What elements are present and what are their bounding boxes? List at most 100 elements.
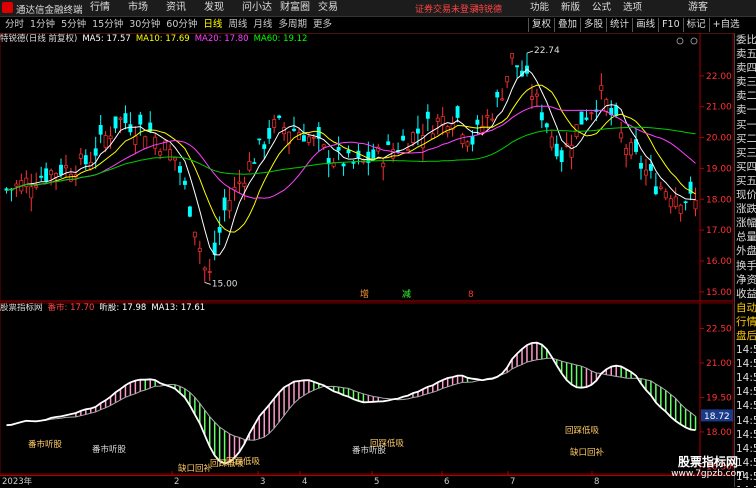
candle-body[interactable]	[336, 147, 341, 151]
panel-settings-icon[interactable]	[676, 37, 684, 45]
candle-body[interactable]	[98, 125, 103, 135]
candle-body[interactable]	[34, 185, 39, 188]
sidebar-item-14[interactable]: 总量	[735, 230, 756, 244]
candle-body[interactable]	[554, 143, 559, 157]
candle-body[interactable]	[391, 149, 396, 159]
candle-body[interactable]	[406, 148, 410, 151]
candle-body[interactable]	[59, 164, 63, 175]
period-tab-4[interactable]: 30分钟	[126, 17, 163, 33]
toolbar-button-1[interactable]: 叠加	[554, 18, 580, 32]
candle-body[interactable]	[648, 164, 653, 171]
candle-body[interactable]	[143, 136, 148, 149]
toolbar-button-4[interactable]: 画线	[632, 18, 658, 32]
candle-body[interactable]	[252, 162, 257, 164]
menu-item-ask[interactable]: 问小达	[242, 1, 280, 15]
menu-item-market[interactable]: 市场	[128, 1, 166, 15]
candle-body[interactable]	[83, 155, 88, 165]
candle-body[interactable]	[599, 85, 604, 91]
candle-body[interactable]	[301, 135, 306, 142]
candle-body[interactable]	[103, 135, 108, 148]
signal-label[interactable]: 缺口回补	[178, 463, 213, 474]
candle-body[interactable]	[227, 200, 232, 212]
candle-body[interactable]	[257, 138, 262, 141]
candle-body[interactable]	[539, 112, 544, 121]
toolbar-button-0[interactable]: 复权	[528, 18, 554, 32]
menu-item-new-version[interactable]: 新版	[561, 1, 580, 15]
candle-body[interactable]	[192, 231, 197, 238]
candle-body[interactable]	[589, 112, 594, 115]
candle-body[interactable]	[569, 144, 574, 158]
candle-body[interactable]	[559, 150, 564, 163]
sidebar-item-7[interactable]: 买二	[735, 132, 756, 146]
candle-body[interactable]	[173, 157, 177, 161]
candle-body[interactable]	[668, 198, 673, 208]
menu-item-function[interactable]: 功能	[530, 1, 549, 15]
menu-item-options[interactable]: 选项	[623, 1, 642, 15]
sidebar-item-2[interactable]: 卖四	[735, 61, 756, 75]
sidebar-item-19[interactable]: 自动	[735, 301, 756, 315]
candle-body[interactable]	[624, 148, 629, 155]
menu-item-trade[interactable]: 交易	[318, 1, 356, 15]
candle-body[interactable]	[475, 119, 480, 125]
event-marker[interactable]: 增	[360, 288, 369, 300]
candle-body[interactable]	[460, 134, 465, 144]
sidebar-item-18[interactable]: 收益	[735, 287, 756, 301]
candle-body[interactable]	[653, 186, 658, 195]
candle-body[interactable]	[529, 96, 534, 100]
toolbar-button-2[interactable]: 多股	[580, 18, 606, 32]
candle-body[interactable]	[584, 117, 589, 120]
sidebar-item-0[interactable]: 委比	[735, 33, 756, 47]
panel-close-icon[interactable]	[690, 37, 698, 45]
menu-item-quotes[interactable]: 行情	[90, 1, 128, 15]
candle-body[interactable]	[306, 136, 311, 143]
sidebar-item-23[interactable]: 14:5	[735, 357, 756, 371]
sidebar-item-3[interactable]: 卖三	[735, 75, 756, 89]
period-tab-6[interactable]: 日线	[200, 17, 225, 33]
candle-body[interactable]	[495, 91, 500, 98]
candle-body[interactable]	[118, 117, 123, 120]
candle-body[interactable]	[197, 247, 202, 252]
sidebar-item-21[interactable]: 盘后	[735, 329, 756, 343]
candle-body[interactable]	[44, 168, 49, 182]
guest-button[interactable]: 游客	[688, 1, 708, 15]
indicator-panel[interactable]: 22.5021.0019.5018.0016.5018.72番市听股 番市听股 番市…	[0, 302, 734, 475]
candle-body[interactable]	[490, 118, 495, 121]
menu-item-wealth[interactable]: 财富圈	[280, 1, 318, 15]
candle-body[interactable]	[515, 65, 520, 68]
candle-body[interactable]	[579, 111, 584, 125]
candle-body[interactable]	[123, 113, 128, 124]
sidebar-item-16[interactable]: 换手	[735, 259, 756, 273]
candle-body[interactable]	[202, 267, 207, 271]
signal-label[interactable]: 番市听股	[28, 439, 63, 450]
candle-body[interactable]	[153, 136, 158, 149]
period-tab-3[interactable]: 15分钟	[89, 17, 126, 33]
sidebar-item-27[interactable]: 14:5	[735, 414, 756, 428]
sidebar-item-29[interactable]: 14:5	[735, 442, 756, 456]
period-tab-7[interactable]: 周线	[225, 17, 250, 33]
candle-body[interactable]	[68, 173, 73, 182]
candle-body[interactable]	[435, 117, 440, 122]
candle-body[interactable]	[182, 180, 187, 185]
signal-label[interactable]: 回踩低吸	[370, 438, 405, 449]
candle-body[interactable]	[222, 197, 227, 211]
sidebar-item-4[interactable]: 卖二	[735, 89, 756, 103]
candle-body[interactable]	[470, 136, 475, 145]
candle-body[interactable]	[663, 191, 668, 199]
stock-name-link[interactable]: 特锐德	[475, 2, 502, 15]
candle-body[interactable]	[168, 149, 173, 161]
candle-body[interactable]	[262, 144, 267, 149]
stock-chart[interactable]: 22.00 21.00 20.00 19.00 18.00 17.00 16.00 15.00…	[0, 33, 734, 475]
period-tab-10[interactable]: 更多	[310, 17, 335, 33]
candle-body[interactable]	[311, 136, 316, 139]
sidebar-item-9[interactable]: 买四	[735, 160, 756, 174]
toolbar-button-5[interactable]: F10	[658, 18, 683, 32]
candle-body[interactable]	[544, 123, 549, 128]
toolbar-button-3[interactable]: 统计	[606, 18, 632, 32]
signal-label[interactable]: 番市听股	[92, 444, 127, 455]
candle-body[interactable]	[158, 151, 163, 156]
candle-body[interactable]	[643, 169, 648, 176]
sidebar-item-22[interactable]: 14:5	[735, 343, 756, 357]
sidebar-item-8[interactable]: 买三	[735, 146, 756, 160]
candle-body[interactable]	[455, 106, 460, 118]
event-marker[interactable]: 减	[402, 288, 411, 300]
